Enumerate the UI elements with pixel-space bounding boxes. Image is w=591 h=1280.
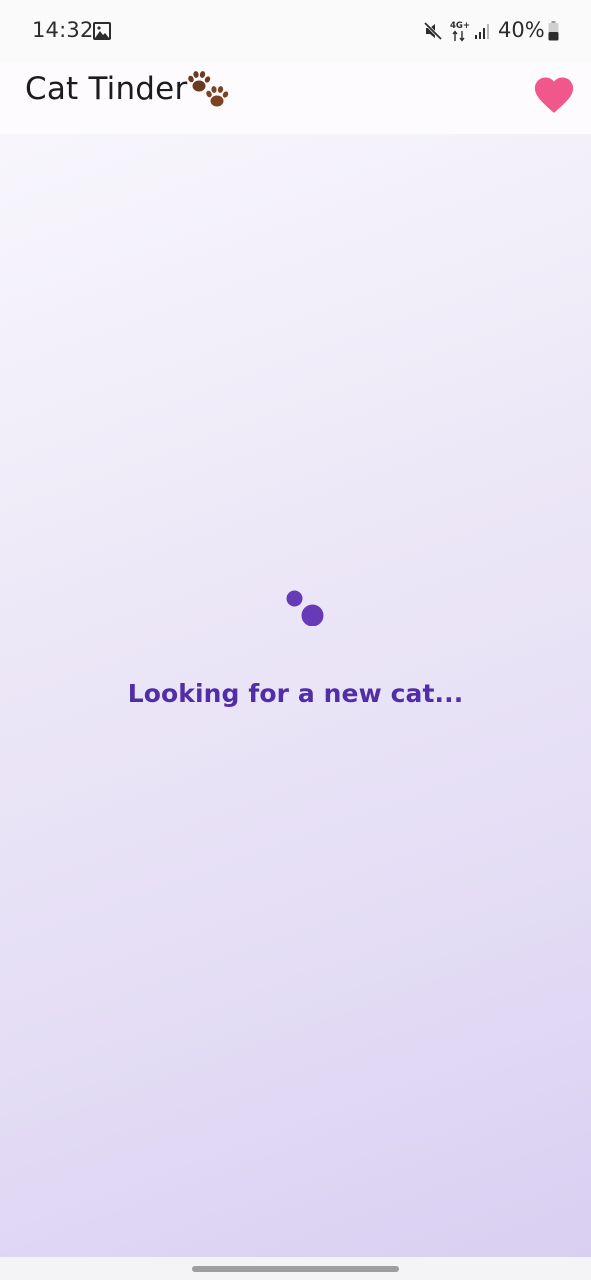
favorites-button[interactable]	[528, 68, 580, 120]
paw-prints-icon	[188, 71, 229, 107]
loading-text: Looking for a new cat...	[127, 679, 464, 708]
gallery-icon	[93, 22, 111, 40]
status-time: 14:32	[32, 18, 94, 42]
signal-icon	[475, 24, 489, 39]
battery-percent: 40%	[498, 18, 545, 42]
network-label: 4G+	[450, 21, 470, 31]
loading-spinner-icon	[286, 590, 324, 626]
app-bar: Cat Tinder	[0, 62, 591, 134]
status-bar: 14:32 4G+ 40%	[0, 0, 591, 62]
network-4g-icon: 4G+	[450, 21, 470, 42]
mute-icon	[423, 21, 443, 41]
heart-icon	[534, 77, 574, 113]
main-content: Looking for a new cat...	[0, 134, 591, 1257]
app-title: Cat Tinder	[25, 71, 188, 107]
battery-icon	[548, 21, 559, 41]
home-indicator[interactable]	[192, 1266, 399, 1272]
gesture-nav-bar	[0, 1257, 591, 1280]
